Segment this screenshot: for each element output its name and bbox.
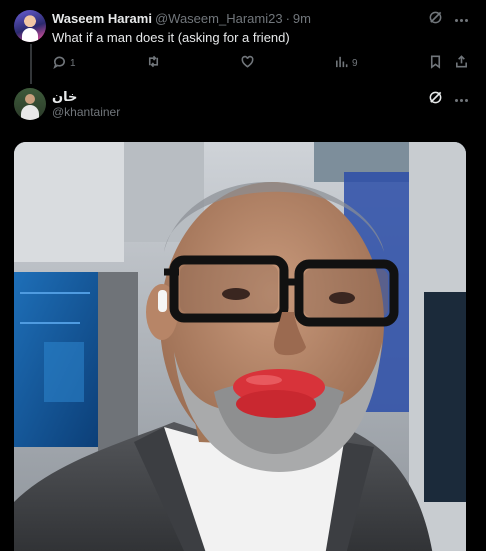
avatar[interactable] xyxy=(14,88,46,120)
tweet-top-actions xyxy=(428,10,468,30)
reply-icon xyxy=(52,54,67,72)
grok-icon[interactable] xyxy=(428,90,443,110)
like-icon xyxy=(240,54,255,72)
time-separator: · xyxy=(285,11,290,26)
tweet-text: What if a man does it (asking for a frie… xyxy=(52,30,290,45)
tweet-header: Waseem Harami @Waseem_Harami23 · 9m xyxy=(52,11,311,26)
tweet[interactable]: Waseem Harami @Waseem_Harami23 · 9m What if… xyxy=(0,0,486,84)
share-icon xyxy=(454,54,469,72)
avatar[interactable] xyxy=(14,10,46,42)
more-icon[interactable] xyxy=(455,93,468,108)
tweet-actions: 1 9 xyxy=(52,54,472,72)
page: Waseem Harami @Waseem_Harami23 · 9m What if… xyxy=(0,0,486,551)
photo-illustration xyxy=(14,142,466,551)
author-name[interactable]: Waseem Harami xyxy=(52,11,152,26)
reply-count: 1 xyxy=(70,57,76,69)
tweet-top-actions xyxy=(428,90,468,110)
reply-tweet[interactable]: خان @khantainer xyxy=(0,84,486,551)
author-handle[interactable]: @Waseem_Harami23 xyxy=(155,11,283,26)
retweet-button[interactable] xyxy=(146,54,161,72)
more-icon[interactable] xyxy=(455,13,468,28)
reply-button[interactable]: 1 xyxy=(52,54,76,72)
views-count: 9 xyxy=(352,57,358,69)
thread-connector-line xyxy=(30,44,32,84)
author-handle[interactable]: @khantainer xyxy=(52,105,120,119)
retweet-icon xyxy=(146,54,161,72)
share-button[interactable] xyxy=(454,54,469,72)
views-button[interactable]: 9 xyxy=(334,54,358,72)
like-button[interactable] xyxy=(240,54,255,72)
bookmark-icon xyxy=(428,54,443,72)
author-name[interactable]: خان xyxy=(52,89,77,105)
tweet-photo[interactable] xyxy=(14,142,466,551)
grok-icon[interactable] xyxy=(428,10,443,30)
bookmark-button[interactable] xyxy=(428,54,443,72)
tweet-time[interactable]: 9m xyxy=(293,11,311,26)
views-icon xyxy=(334,54,349,72)
